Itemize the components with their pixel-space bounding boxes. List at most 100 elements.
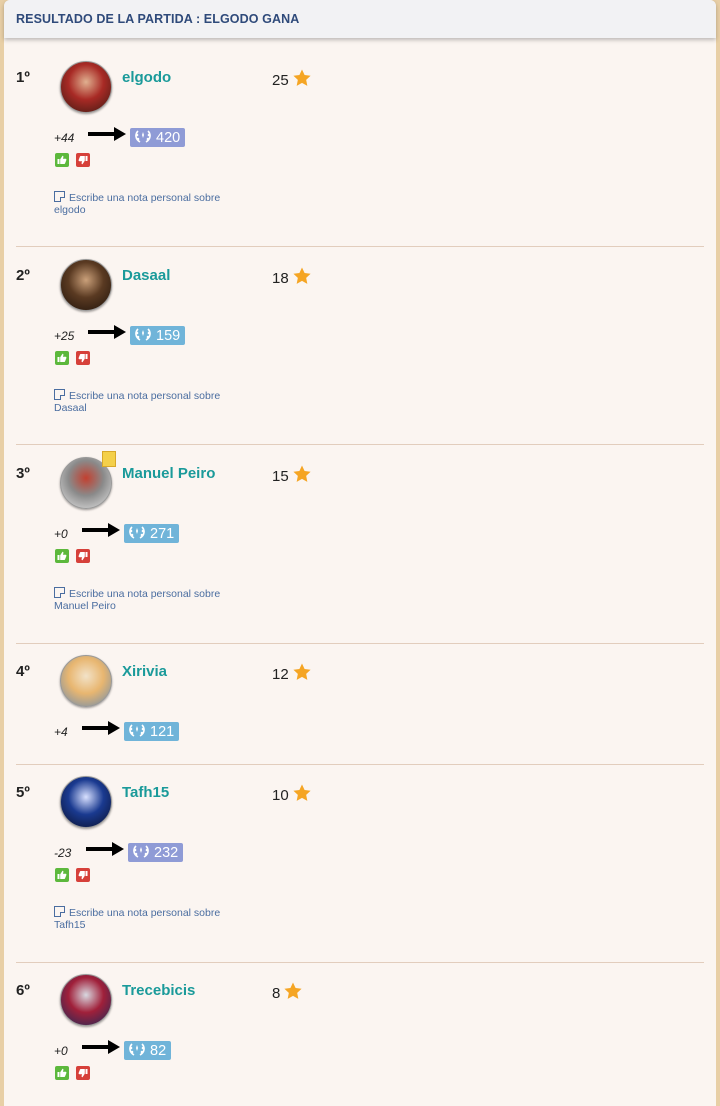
rating-buttons	[55, 153, 90, 167]
player-name[interactable]: Tafh15	[122, 784, 169, 801]
elo-badge: 159	[130, 326, 186, 345]
laurel-wreath-icon	[134, 327, 152, 345]
player-score: 12	[272, 662, 312, 686]
elo-delta: +0	[54, 527, 68, 541]
star-icon	[292, 266, 312, 290]
elo-badge: 121	[124, 722, 180, 741]
note-icon	[54, 587, 65, 598]
note-icon	[54, 906, 65, 917]
player-rank: 4º	[16, 663, 30, 680]
player-name[interactable]: Dasaal	[122, 267, 170, 284]
rating-buttons	[55, 1066, 90, 1080]
premium-badge-icon	[102, 451, 116, 467]
thumbs-down-icon[interactable]	[76, 868, 90, 882]
elo-value: 82	[150, 1042, 167, 1059]
thumbs-down-icon[interactable]	[76, 153, 90, 167]
player-name[interactable]: Trecebicis	[122, 982, 195, 999]
personal-note-link[interactable]: Escribe una nota personal sobre Manuel P…	[54, 587, 254, 612]
player-avatar[interactable]	[60, 776, 112, 828]
star-icon	[292, 464, 312, 488]
rating-buttons	[55, 549, 90, 563]
elo-delta: +44	[54, 131, 75, 145]
laurel-wreath-icon	[128, 1042, 146, 1060]
elo-badge: 271	[124, 524, 180, 543]
note-label: Escribe una nota personal sobre Tafh15	[54, 907, 221, 931]
thumbs-up-icon[interactable]	[55, 1066, 69, 1080]
note-label: Escribe una nota personal sobre Manuel P…	[54, 588, 221, 612]
score-value: 10	[272, 786, 289, 804]
results-header: RESULTADO DE LA PARTIDA : ELGODO GANA	[4, 0, 716, 38]
elo-delta: +25	[54, 329, 75, 343]
player-name[interactable]: elgodo	[122, 69, 171, 86]
arrow-right-icon	[88, 325, 126, 339]
arrow-right-icon	[82, 1040, 120, 1054]
player-avatar[interactable]	[60, 61, 112, 113]
player-avatar[interactable]	[60, 259, 112, 311]
elo-delta: -23	[54, 846, 72, 860]
player-score: 10	[272, 783, 312, 807]
laurel-wreath-icon	[132, 844, 150, 862]
player-rank: 6º	[16, 982, 30, 999]
player-score: 25	[272, 68, 312, 92]
arrow-right-icon	[86, 842, 124, 856]
player-rank: 5º	[16, 784, 30, 801]
thumbs-up-icon[interactable]	[55, 351, 69, 365]
star-icon	[283, 981, 303, 1005]
personal-note-link[interactable]: Escribe una nota personal sobre elgodo	[54, 191, 254, 216]
score-value: 18	[272, 269, 289, 287]
elo-value: 121	[150, 723, 175, 740]
thumbs-down-icon[interactable]	[76, 1066, 90, 1080]
laurel-wreath-icon	[128, 723, 146, 741]
player-score: 15	[272, 464, 312, 488]
laurel-wreath-icon	[128, 525, 146, 543]
elo-badge: 420	[130, 128, 186, 147]
row-divider	[16, 764, 704, 765]
elo-value: 159	[156, 327, 181, 344]
player-name[interactable]: Xirivia	[122, 663, 167, 680]
score-value: 25	[272, 71, 289, 89]
results-panel: RESULTADO DE LA PARTIDA : ELGODO GANA 1º…	[4, 0, 716, 1106]
thumbs-up-icon[interactable]	[55, 549, 69, 563]
star-icon	[292, 662, 312, 686]
player-rank: 3º	[16, 465, 30, 482]
elo-value: 420	[156, 129, 181, 146]
star-icon	[292, 68, 312, 92]
thumbs-down-icon[interactable]	[76, 549, 90, 563]
player-score: 18	[272, 266, 312, 290]
player-score: 8	[272, 981, 303, 1005]
note-icon	[54, 191, 65, 202]
row-divider	[16, 643, 704, 644]
player-rank: 2º	[16, 267, 30, 284]
personal-note-link[interactable]: Escribe una nota personal sobre Dasaal	[54, 389, 254, 414]
elo-delta: +4	[54, 725, 68, 739]
elo-value: 271	[150, 525, 175, 542]
note-label: Escribe una nota personal sobre elgodo	[54, 192, 221, 216]
star-icon	[292, 783, 312, 807]
player-name[interactable]: Manuel Peiro	[122, 465, 215, 482]
thumbs-up-icon[interactable]	[55, 153, 69, 167]
arrow-right-icon	[82, 721, 120, 735]
elo-value: 232	[154, 844, 179, 861]
arrow-right-icon	[88, 127, 126, 141]
arrow-right-icon	[82, 523, 120, 537]
rating-buttons	[55, 351, 90, 365]
player-rank: 1º	[16, 69, 30, 86]
laurel-wreath-icon	[134, 129, 152, 147]
note-label: Escribe una nota personal sobre Dasaal	[54, 390, 221, 414]
thumbs-down-icon[interactable]	[76, 351, 90, 365]
score-value: 15	[272, 467, 289, 485]
player-avatar[interactable]	[60, 655, 112, 707]
elo-delta: +0	[54, 1044, 68, 1058]
elo-badge: 232	[128, 843, 184, 862]
row-divider	[16, 444, 704, 445]
thumbs-up-icon[interactable]	[55, 868, 69, 882]
rating-buttons	[55, 868, 90, 882]
row-divider	[16, 962, 704, 963]
row-divider	[16, 246, 704, 247]
score-value: 8	[272, 984, 281, 1002]
player-avatar[interactable]	[60, 974, 112, 1026]
note-icon	[54, 389, 65, 400]
elo-badge: 82	[124, 1041, 172, 1060]
page-title: RESULTADO DE LA PARTIDA : ELGODO GANA	[16, 12, 300, 26]
personal-note-link[interactable]: Escribe una nota personal sobre Tafh15	[54, 906, 254, 931]
